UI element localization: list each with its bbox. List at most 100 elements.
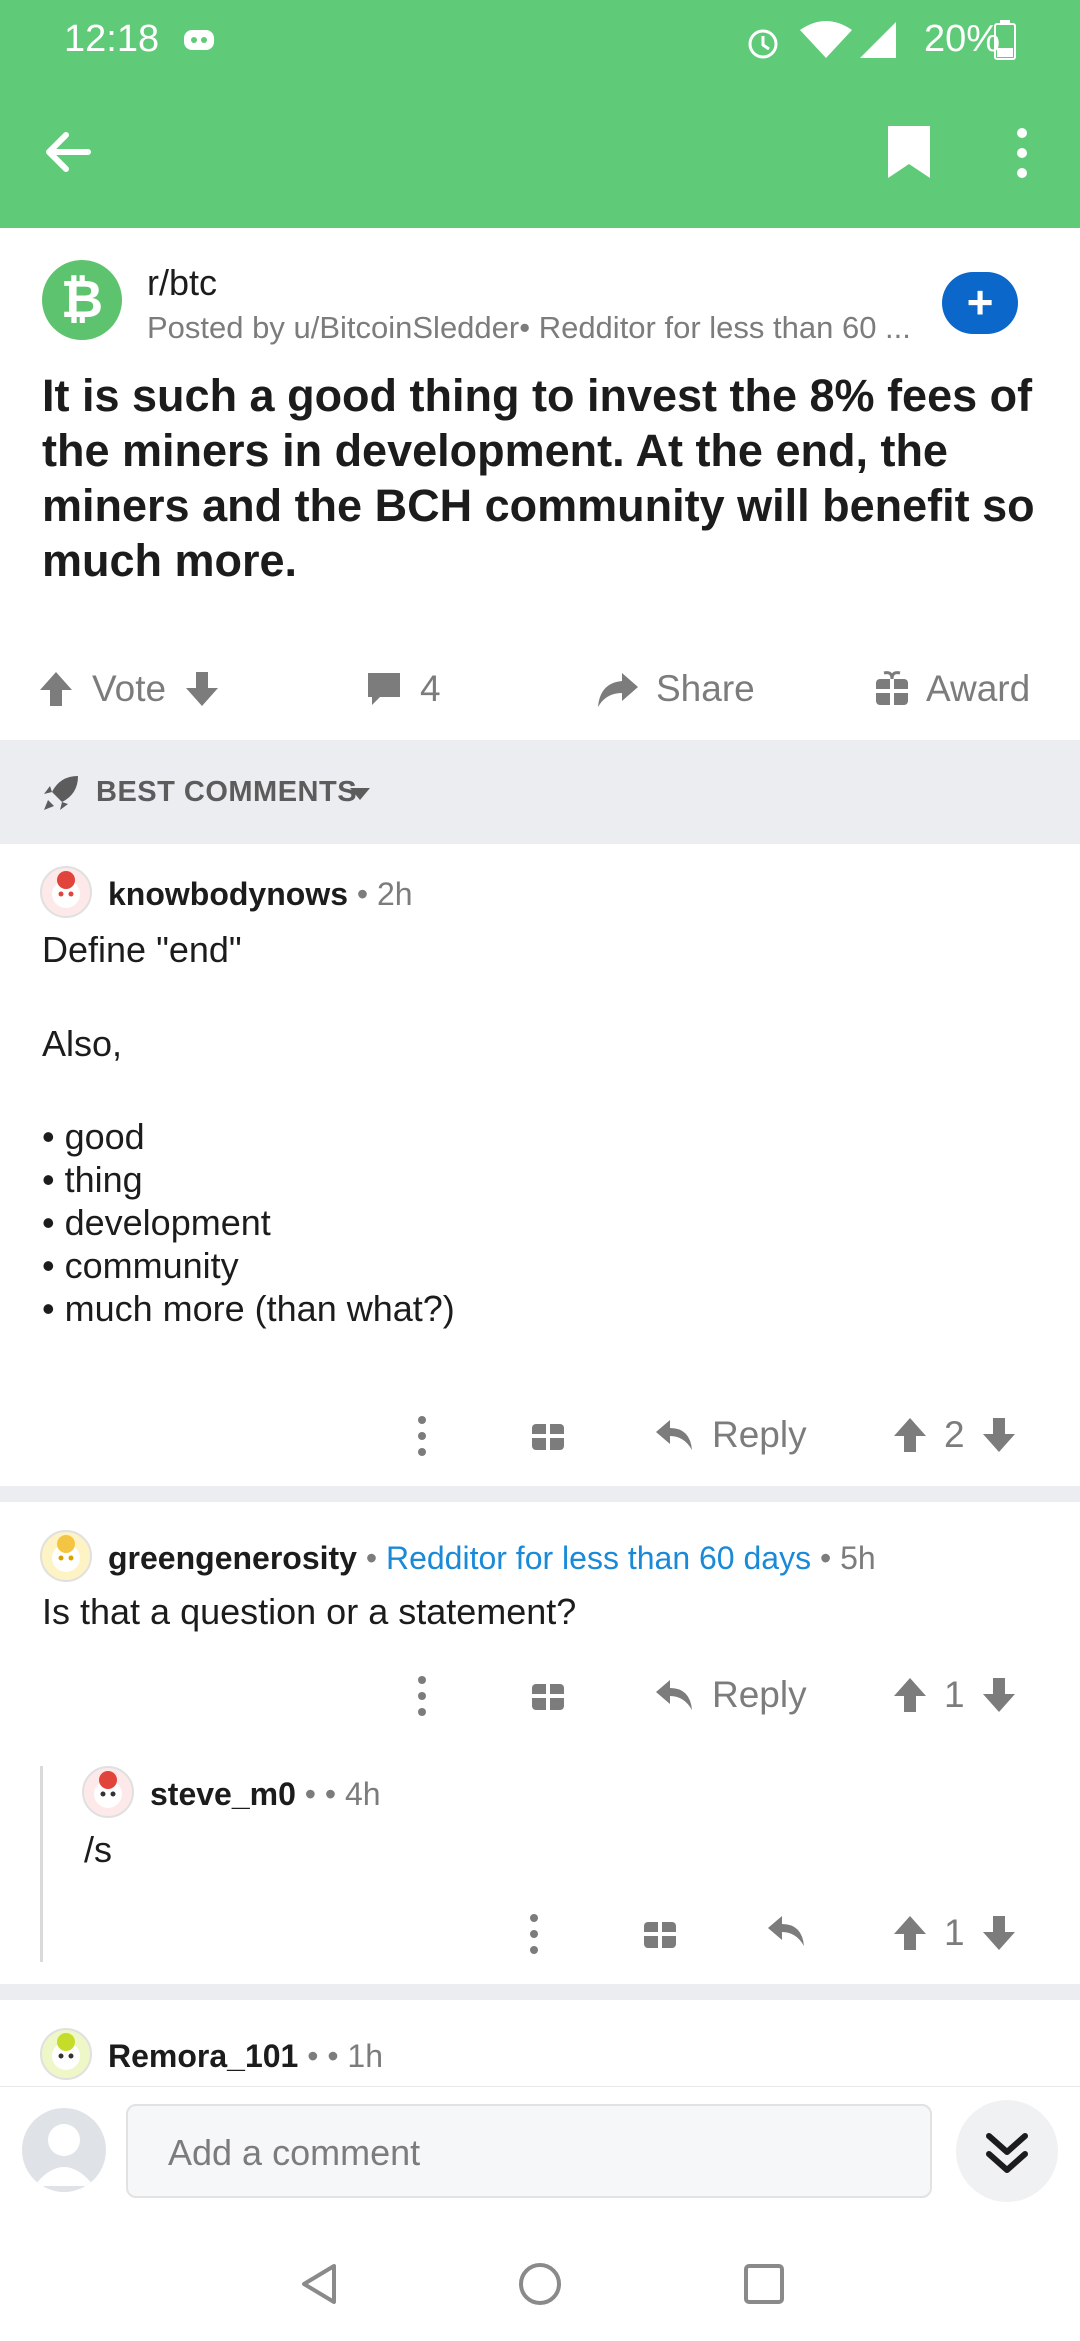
nav-home-button[interactable] [516,2260,564,2308]
award-icon [532,1684,564,1710]
comment-score: 1 [944,1674,965,1715]
chevron-down-icon[interactable] [348,786,372,802]
nav-back-button[interactable] [296,2260,344,2308]
comment-more-button[interactable] [412,1414,432,1458]
collapse-icon [986,2133,1028,2173]
list-item: thing [42,1158,455,1201]
comment-author-line: Remora_101 • • 1h [108,2038,383,2075]
comment-text-line: Also, [42,1023,123,1064]
bookmark-button[interactable] [886,124,932,180]
avatar[interactable] [82,1766,134,1818]
comment-vote-group: 2 [892,1410,1017,1460]
rocket-icon [40,772,82,814]
comment-meta: • 5h [811,1540,876,1576]
comment-bullet-list: good thing development community much mo… [42,1115,455,1330]
back-button[interactable] [40,124,110,180]
downvote-icon[interactable] [981,1914,1017,1952]
reply-icon [656,1680,692,1710]
battery-icon [994,20,1016,60]
vote-label: Vote [92,668,167,709]
list-item: development [42,1201,455,1244]
bookmark-icon [888,126,930,178]
comment-author[interactable]: greengenerosity [108,1540,357,1576]
reply-icon [768,1916,804,1946]
comment-author-line: knowbodynows • 2h [108,876,413,913]
more-vertical-icon [418,1416,426,1456]
downvote-icon[interactable] [182,669,222,709]
avatar[interactable] [40,1530,92,1582]
discord-notification-icon [182,26,218,56]
downvote-icon[interactable] [981,1676,1017,1714]
upvote-icon[interactable] [36,669,76,709]
divider [0,1486,1080,1502]
overflow-menu-icon [1017,128,1027,178]
subreddit-name[interactable]: r/btc [147,262,217,304]
comment-input[interactable]: Add a comment [126,2104,932,2198]
subreddit-icon[interactable]: ₿ [42,260,122,340]
comment-award-button[interactable] [530,1674,566,1714]
comment-more-button[interactable] [412,1674,432,1718]
battery-level: 20% [923,18,1000,60]
divider [0,1984,1080,2000]
signal-icon [858,20,898,60]
share-label: Share [656,668,755,709]
reply-button[interactable]: Reply [654,1670,807,1720]
downvote-icon[interactable] [981,1416,1017,1454]
avatar[interactable] [40,2028,92,2080]
comment-text-line: Define "end" [42,929,242,970]
comment-author-line: steve_m0 • • 4h [150,1776,381,1813]
comment-vote-group: 1 [892,1908,1017,1958]
comment-author[interactable]: steve_m0 [150,1776,296,1812]
comment-award-button[interactable] [642,1912,678,1952]
comment-meta: • 2h [348,876,413,912]
award-icon [644,1922,676,1948]
reply-label: Reply [712,1674,807,1715]
comment-body: /s [84,1829,113,1870]
comments-button[interactable]: 4 [364,664,441,714]
comment-icon [368,673,400,705]
comment-body: Is that a question or a statement? [42,1591,577,1632]
status-time: 12:18 [64,18,160,60]
reply-label: Reply [712,1414,807,1455]
collapse-button[interactable] [956,2100,1058,2202]
home-circle-icon [519,2263,561,2305]
triangle-back-icon [302,2264,336,2304]
post-title: It is such a good thing to invest the 8%… [42,370,1035,586]
avatar[interactable] [40,866,92,918]
alarm-icon [743,22,783,62]
comment-author[interactable]: Remora_101 [108,2038,298,2074]
wifi-icon [798,20,854,60]
thread-line[interactable] [40,1766,43,1962]
share-button[interactable]: Share [596,664,755,714]
comment-count: 4 [420,668,441,709]
upvote-icon[interactable] [892,1676,928,1714]
comment-more-button[interactable] [524,1912,544,1956]
upvote-icon[interactable] [892,1914,928,1952]
share-icon [598,673,638,707]
system-nav-bar [0,2220,1080,2340]
reply-button[interactable] [766,1912,806,1950]
app-bar: 12:18 20% [0,0,1080,228]
comment-score: 1 [944,1912,965,1953]
comment-author[interactable]: knowbodynows [108,876,348,912]
comment-vote-group: 1 [892,1670,1017,1720]
overflow-menu-button[interactable] [1010,126,1034,180]
post-author-line[interactable]: Posted by u/BitcoinSledder• Redditor for… [147,310,937,346]
comment-award-button[interactable] [530,1414,566,1454]
more-vertical-icon [418,1676,426,1716]
reply-icon [656,1420,692,1450]
award-icon [876,671,908,705]
sort-label[interactable]: BEST COMMENTS [96,776,357,809]
join-button[interactable]: + [942,272,1018,334]
list-item: good [42,1115,455,1158]
award-label: Award [926,668,1031,709]
comment-meta: • • 4h [295,1776,381,1812]
reply-button[interactable]: Reply [654,1410,807,1460]
nav-recents-button[interactable] [740,2260,788,2308]
award-icon [532,1424,564,1450]
list-item: much more (than what?) [42,1287,455,1330]
more-vertical-icon [530,1914,538,1954]
upvote-icon[interactable] [892,1416,928,1454]
award-button[interactable]: Award [874,664,1030,714]
user-avatar[interactable] [22,2108,106,2192]
